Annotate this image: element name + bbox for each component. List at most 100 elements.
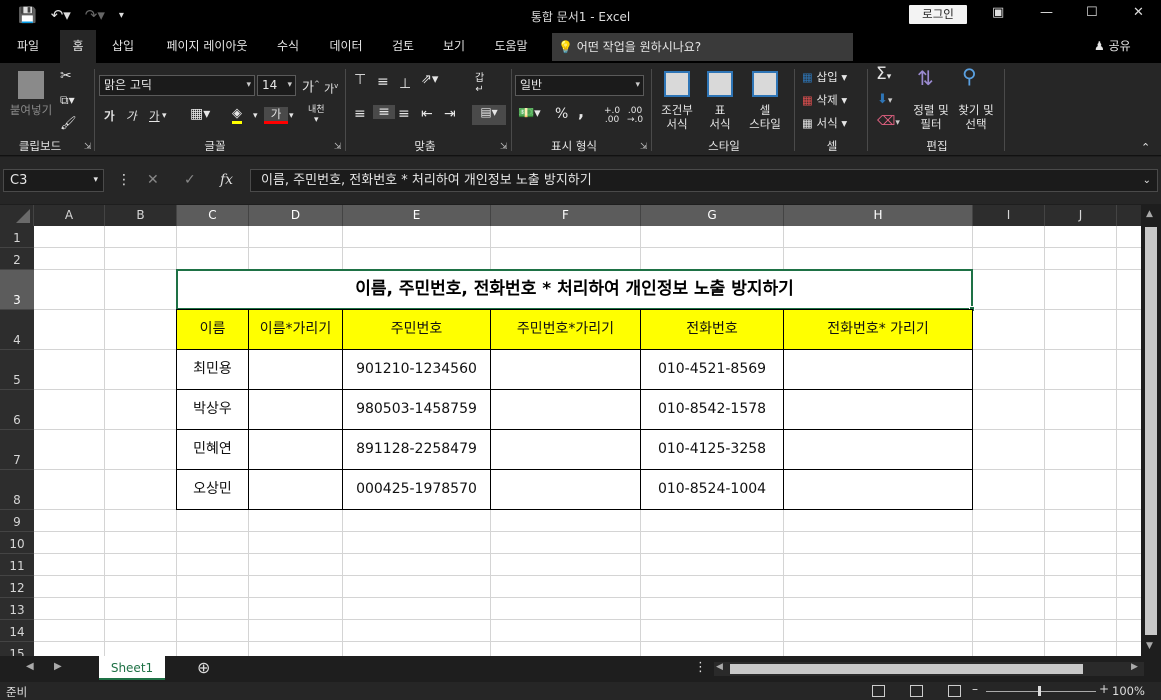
row-header[interactable]: 3	[0, 270, 34, 310]
font-color-button[interactable]: 가	[264, 107, 288, 124]
fill-icon[interactable]: ⬇▾	[877, 93, 892, 108]
cut-icon[interactable]: ✂	[60, 69, 72, 83]
cell-phone[interactable]: 010-4125-3258	[641, 430, 783, 469]
cell-phone[interactable]: 010-8524-1004	[641, 470, 783, 509]
scroll-right-icon[interactable]: ▶	[1131, 662, 1138, 672]
row-header[interactable]: 7	[0, 430, 34, 470]
sheet-options-icon[interactable]: ⋮	[694, 660, 707, 675]
paste-icon[interactable]	[18, 71, 44, 99]
login-button[interactable]: 로그인	[909, 5, 967, 24]
zoom-slider-thumb[interactable]	[1038, 686, 1041, 696]
row-header[interactable]: 5	[0, 350, 34, 390]
more-options-icon[interactable]: ⋮	[117, 172, 131, 188]
row-header[interactable]: 4	[0, 310, 34, 350]
cell-styles-label[interactable]: 셀 스타일	[740, 103, 790, 131]
cell-phone[interactable]: 010-4521-8569	[641, 350, 783, 389]
minimize-icon[interactable]: —	[1040, 5, 1053, 20]
header-phone-masked[interactable]: 전화번호* 가리기	[784, 310, 972, 349]
cell-name[interactable]: 최민용	[177, 350, 248, 389]
zoom-in-icon[interactable]: +	[1099, 682, 1109, 696]
prev-sheet-icon[interactable]: ◀	[26, 661, 34, 672]
cell-rrn[interactable]: 901210-1234560	[343, 350, 490, 389]
name-box-dropdown-icon[interactable]: ▾	[93, 170, 98, 191]
add-sheet-icon[interactable]: ⊕	[197, 658, 210, 677]
header-rrn[interactable]: 주민번호	[343, 310, 490, 349]
column-header[interactable]: J	[1045, 205, 1117, 226]
cell-name[interactable]: 민혜연	[177, 430, 248, 469]
zoom-level[interactable]: 100%	[1112, 684, 1145, 698]
align-left-icon[interactable]: ≡	[354, 107, 366, 121]
enter-icon[interactable]: ✓	[184, 172, 196, 188]
align-top-icon[interactable]: ⊤	[354, 73, 366, 87]
save-icon[interactable]: 💾	[18, 6, 37, 24]
row-header[interactable]: 11	[0, 554, 34, 576]
header-name-masked[interactable]: 이름*가리기	[249, 310, 342, 349]
clear-icon[interactable]: ⌫▾	[877, 115, 900, 130]
name-box[interactable]: C3 ▾	[3, 169, 104, 192]
next-sheet-icon[interactable]: ▶	[54, 661, 62, 672]
normal-view-icon[interactable]	[872, 685, 885, 697]
row-header[interactable]: 1	[0, 226, 34, 248]
tab-page-layout[interactable]: 페이지 레이아웃	[155, 30, 259, 63]
autosum-icon[interactable]: Σ▾	[876, 66, 891, 84]
comma-button[interactable]: ,	[578, 104, 584, 120]
underline-dropdown-icon[interactable]: ▾	[162, 109, 167, 123]
conditional-formatting-label[interactable]: 조건부 서식	[654, 103, 700, 131]
zoom-slider[interactable]	[986, 691, 1096, 692]
italic-button[interactable]: 가	[126, 109, 137, 123]
cell-styles-icon[interactable]	[752, 71, 778, 97]
scroll-down-icon[interactable]: ▼	[1146, 641, 1153, 651]
grow-font-icon[interactable]: 가^	[302, 77, 320, 95]
scroll-left-icon[interactable]: ◀	[716, 662, 723, 672]
format-as-table-icon[interactable]	[707, 71, 733, 97]
font-name-select[interactable]: 맑은 고딕 ▾	[99, 75, 255, 96]
cell-rrn[interactable]: 000425-1978570	[343, 470, 490, 509]
customize-icon[interactable]: ▾	[119, 10, 124, 21]
column-header[interactable]: F	[491, 205, 641, 226]
decrease-indent-icon[interactable]: ⇤	[421, 107, 433, 121]
align-center-icon[interactable]: ≡	[373, 105, 395, 119]
zoom-out-icon[interactable]: –	[972, 682, 978, 696]
column-header[interactable]: I	[973, 205, 1045, 226]
delete-cells-button[interactable]: ▦ 삭제 ▾	[802, 93, 847, 107]
clipboard-launcher-icon[interactable]: ⇲	[84, 142, 92, 152]
borders-icon[interactable]: ▦▾	[190, 107, 210, 121]
align-bottom-icon[interactable]: ⊥	[399, 77, 411, 91]
font-color-dropdown-icon[interactable]: ▾	[289, 109, 294, 123]
row-header[interactable]: 8	[0, 470, 34, 510]
wrap-text-icon[interactable]: 갑 ↵	[475, 73, 484, 95]
tell-me-search[interactable]: 💡 어떤 작업을 원하시나요?	[552, 33, 853, 61]
column-header[interactable]: H	[784, 205, 973, 226]
header-rrn-masked[interactable]: 주민번호*가리기	[491, 310, 640, 349]
align-middle-icon[interactable]: ≡	[377, 75, 389, 89]
sort-filter-label[interactable]: 정렬 및 필터	[908, 103, 954, 131]
cell-rrn[interactable]: 891128-2258479	[343, 430, 490, 469]
scroll-up-icon[interactable]: ▲	[1146, 209, 1153, 219]
cell-rrn[interactable]: 980503-1458759	[343, 390, 490, 429]
close-icon[interactable]: ✕	[1133, 5, 1144, 20]
undo-icon[interactable]: ↶▾	[51, 6, 71, 24]
increase-decimal-icon[interactable]: +.0.00	[604, 107, 620, 125]
row-header[interactable]: 10	[0, 532, 34, 554]
column-header[interactable]: C	[177, 205, 249, 226]
row-header[interactable]: 14	[0, 620, 34, 642]
formula-input[interactable]: 이름, 주민번호, 전화번호 * 처리하여 개인정보 노출 방지하기 ⌄	[250, 169, 1158, 192]
row-header[interactable]: 15	[0, 642, 34, 656]
maximize-icon[interactable]: ☐	[1086, 5, 1098, 20]
decrease-decimal-icon[interactable]: .00 →.0	[627, 107, 643, 125]
redo-icon[interactable]: ↷▾	[85, 6, 105, 24]
collapse-ribbon-icon[interactable]: ⌃	[1141, 141, 1150, 155]
tab-home[interactable]: 홈	[60, 30, 96, 63]
tab-help[interactable]: 도움말	[485, 30, 537, 63]
number-format-select[interactable]: 일반 ▾	[515, 75, 644, 96]
tab-view[interactable]: 보기	[434, 30, 474, 63]
phonetic-icon[interactable]: 내천 ▾	[308, 105, 325, 125]
page-break-view-icon[interactable]	[948, 685, 961, 697]
tab-review[interactable]: 검토	[383, 30, 423, 63]
row-header[interactable]: 6	[0, 390, 34, 430]
column-header[interactable]: G	[641, 205, 784, 226]
column-header[interactable]: E	[343, 205, 491, 226]
font-launcher-icon[interactable]: ⇲	[334, 142, 342, 152]
vertical-scrollbar[interactable]: ▲ ▼	[1141, 205, 1161, 656]
number-launcher-icon[interactable]: ⇲	[640, 142, 648, 152]
